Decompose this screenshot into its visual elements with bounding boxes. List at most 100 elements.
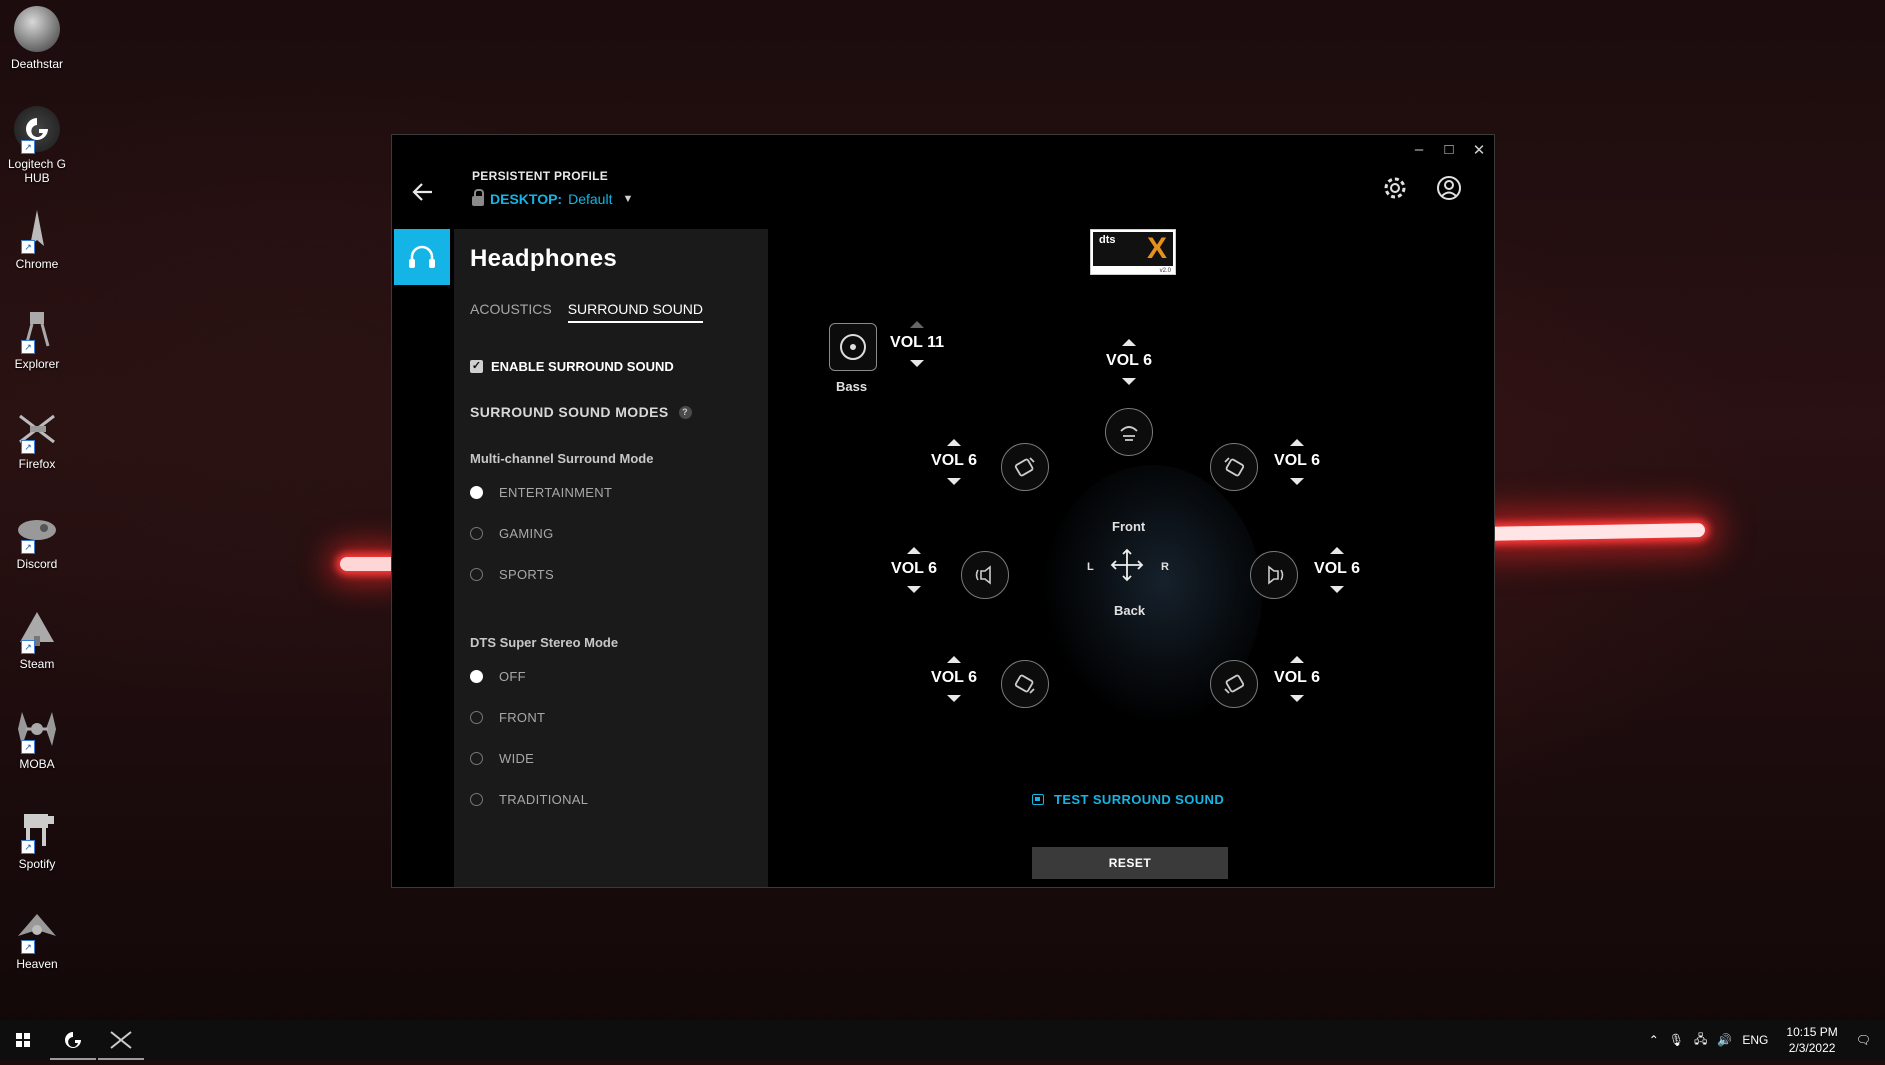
radio-dot-icon: [470, 711, 483, 724]
taskbar-xwing-app[interactable]: [98, 1020, 144, 1060]
rear-left-speaker-button[interactable]: [1001, 660, 1049, 708]
multichannel-title: Multi-channel Surround Mode: [470, 451, 654, 466]
minimize-button[interactable]: –: [1406, 141, 1432, 158]
tab-acoustics[interactable]: ACOUSTICS: [470, 301, 552, 323]
desktop-icon-label: Heaven: [16, 957, 58, 971]
front-right-volume: VOL 6: [1262, 439, 1332, 485]
volume-down-arrow[interactable]: [1290, 478, 1304, 485]
profile-value: Default: [568, 191, 613, 207]
volume-down-arrow[interactable]: [1122, 378, 1136, 385]
desktop-icon-heaven[interactable]: ↗ Heaven: [4, 906, 70, 971]
taskbar-logitech-g-hub[interactable]: [50, 1020, 96, 1060]
radio-traditional[interactable]: TRADITIONAL: [470, 792, 588, 807]
volume-up-arrow[interactable]: [1122, 339, 1136, 346]
desktop-icon-discord[interactable]: ↗ Discord: [4, 506, 70, 571]
gear-icon[interactable]: [1382, 175, 1408, 201]
back-arrow-icon[interactable]: [410, 179, 436, 212]
microphone-icon[interactable]: 🎙: [1669, 1033, 1684, 1047]
network-icon[interactable]: 🖧: [1694, 1030, 1707, 1051]
walker-icon: ↗: [14, 306, 60, 354]
volume-down-arrow[interactable]: [1290, 695, 1304, 702]
modes-heading-text: SURROUND SOUND MODES: [470, 404, 669, 420]
maximize-button[interactable]: □: [1436, 141, 1462, 158]
desktop-icon-label: Spotify: [18, 857, 56, 871]
help-icon[interactable]: ?: [678, 405, 692, 419]
shortcut-arrow-icon: ↗: [21, 140, 35, 154]
radio-gaming[interactable]: GAMING: [470, 526, 554, 541]
reset-button[interactable]: RESET: [1032, 847, 1228, 879]
profile-dropdown[interactable]: DESKTOP: Default ▼: [472, 189, 634, 207]
bass-speaker-button[interactable]: [829, 323, 877, 371]
shortcut-arrow-icon: ↗: [21, 440, 35, 454]
shortcut-arrow-icon: ↗: [21, 740, 35, 754]
volume-down-arrow[interactable]: [947, 695, 961, 702]
subwoofer-icon: [840, 334, 866, 360]
tab-surround-sound[interactable]: SURROUND SOUND: [567, 301, 704, 323]
volume-up-arrow[interactable]: [1330, 547, 1344, 554]
radio-label: SPORTS: [499, 567, 555, 582]
notification-icon[interactable]: 🗨: [1856, 1033, 1871, 1047]
shuttle-icon: ↗: [14, 606, 60, 654]
front-label: Front: [1112, 519, 1146, 534]
desktop-icon-explorer[interactable]: ↗ Explorer: [4, 306, 70, 371]
rear-right-speaker-button[interactable]: [1210, 660, 1258, 708]
headphones-icon: [409, 245, 435, 268]
enable-surround-checkbox[interactable]: ✓ ENABLE SURROUND SOUND: [470, 359, 674, 374]
desktop-icon-firefox[interactable]: ↗ Firefox: [4, 406, 70, 471]
volume-down-arrow[interactable]: [1330, 586, 1344, 593]
speaker-center-icon: [1120, 426, 1138, 441]
clock[interactable]: 10:15 PM 2/3/2022: [1778, 1024, 1845, 1056]
volume-down-arrow[interactable]: [910, 360, 924, 367]
move-position-icon[interactable]: [1109, 547, 1145, 583]
volume-down-arrow[interactable]: [947, 478, 961, 485]
volume-up-arrow[interactable]: [947, 656, 961, 663]
logitech-g-icon: [65, 1032, 81, 1048]
side-left-volume: VOL 6: [879, 547, 949, 593]
shortcut-arrow-icon: ↗: [21, 840, 35, 854]
desktop-icon-label: Chrome: [15, 257, 59, 271]
desktop-icon-label: MOBA: [19, 757, 55, 771]
shortcut-arrow-icon: ↗: [21, 640, 35, 654]
desktop-icon-label: Steam: [19, 657, 55, 671]
speaker-angled-icon: [1224, 457, 1245, 477]
ghub-window: – □ ✕ PERSISTENT PROFILE DESKTOP: Defaul…: [391, 134, 1495, 888]
desktop-icon-logitech-g-hub[interactable]: ↗ Logitech G HUB: [4, 106, 70, 185]
user-icon[interactable]: [1436, 175, 1462, 201]
chevron-up-icon[interactable]: ⌃: [1649, 1033, 1659, 1047]
side-left-speaker-button[interactable]: [961, 551, 1009, 599]
side-right-speaker-button[interactable]: [1250, 551, 1298, 599]
volume-up-arrow[interactable]: [910, 321, 924, 328]
radio-entertainment[interactable]: ENTERTAINMENT: [470, 485, 612, 500]
close-button[interactable]: ✕: [1466, 141, 1492, 159]
radio-front[interactable]: FRONT: [470, 710, 545, 725]
volume-up-arrow[interactable]: [907, 547, 921, 554]
start-button[interactable]: [0, 1020, 46, 1060]
desktop-icon-spotify[interactable]: ↗ Spotify: [4, 806, 70, 871]
desktop-icon-chrome[interactable]: ↗ Chrome: [4, 206, 70, 271]
chevron-down-icon: ▼: [622, 193, 634, 205]
volume-down-arrow[interactable]: [907, 586, 921, 593]
lightsaber-right-decoration: [1479, 523, 1706, 541]
front-left-speaker-button[interactable]: [1001, 443, 1049, 491]
desktop-icon-moba[interactable]: ↗ MOBA: [4, 706, 70, 771]
clock-time: 10:15 PM: [1786, 1025, 1838, 1039]
radio-sports[interactable]: SPORTS: [470, 567, 554, 582]
volume-up-arrow[interactable]: [1290, 439, 1304, 446]
volume-up-arrow[interactable]: [947, 439, 961, 446]
death-star-icon: [14, 6, 60, 52]
language-indicator[interactable]: ENG: [1742, 1033, 1768, 1047]
volume-up-arrow[interactable]: [1290, 656, 1304, 663]
radio-wide[interactable]: WIDE: [470, 751, 534, 766]
volume-value: VOL 6: [931, 669, 977, 686]
front-right-speaker-button[interactable]: [1210, 443, 1258, 491]
center-speaker-button[interactable]: [1105, 408, 1153, 456]
volume-icon[interactable]: 🔊: [1717, 1033, 1732, 1047]
super-stereo-title: DTS Super Stereo Mode: [470, 635, 619, 650]
test-surround-sound-link[interactable]: TEST SURROUND SOUND: [1032, 792, 1224, 807]
radio-off[interactable]: OFF: [470, 669, 526, 684]
center-volume: VOL 6: [1094, 339, 1164, 385]
shortcut-arrow-icon: ↗: [21, 340, 35, 354]
device-tab-headphones[interactable]: [394, 229, 450, 285]
desktop-icon-deathstar[interactable]: Deathstar: [4, 6, 70, 71]
desktop-icon-steam[interactable]: ↗ Steam: [4, 606, 70, 671]
